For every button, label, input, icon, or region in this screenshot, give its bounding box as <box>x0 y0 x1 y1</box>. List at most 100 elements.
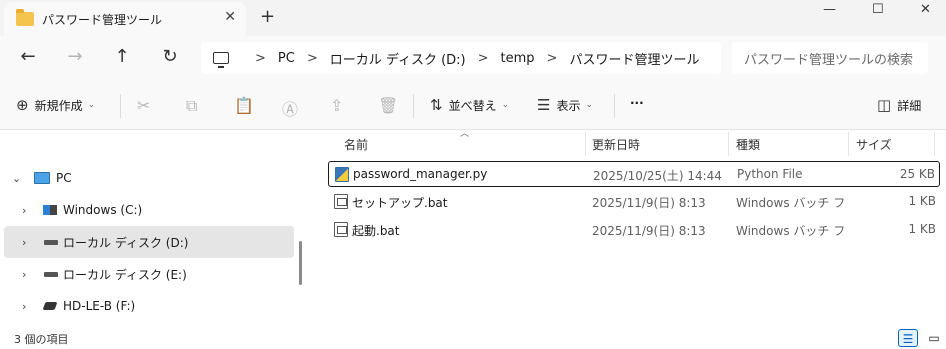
column-header-size[interactable]: サイズ <box>856 136 892 153</box>
external-drive-icon <box>42 302 58 310</box>
sort-label: 並べ替え <box>448 98 497 113</box>
column-divider[interactable] <box>585 132 586 156</box>
chevron-down-icon: ⌄ <box>87 100 96 110</box>
breadcrumb-separator: > <box>546 50 558 66</box>
sidebar-item-label: ローカル ディスク (D:) <box>63 235 189 250</box>
tab-title: パスワード管理ツール <box>42 12 163 27</box>
drive-icon <box>44 271 58 277</box>
column-header-row: ︿ 名前 更新日時 種類 サイズ <box>314 129 946 156</box>
sidebar-scrollbar[interactable] <box>299 241 302 285</box>
column-header-name[interactable]: 名前 <box>344 136 368 153</box>
navigation-pane: ⌄ PC › Windows (C:) › ローカル ディスク (D:) › ロ… <box>0 130 296 326</box>
navigation-bar: ← → ↑ ↻ > PC > ローカル ディスク (D:) > temp > パ… <box>0 36 946 82</box>
sort-button[interactable]: ⇅ 並べ替え ⌄ <box>430 96 509 114</box>
details-view-icon[interactable]: ☰ <box>898 329 918 347</box>
file-date: 2025/11/9(日) 8:13 <box>592 196 706 210</box>
chevron-down-icon: ⌄ <box>585 100 594 110</box>
new-button[interactable]: ⊕ 新規作成 ⌄ <box>16 96 95 114</box>
drive-icon <box>44 239 58 245</box>
file-type: Windows バッチ ファ... <box>736 196 846 210</box>
sidebar-item-label: HD-LE-B (F:) <box>63 299 136 313</box>
status-bar: 3 個の項目 ☰ ▭ <box>0 326 946 349</box>
sidebar-item-windows-c[interactable]: › Windows (C:) <box>0 194 296 226</box>
new-tab-button[interactable]: + <box>260 6 275 27</box>
title-bar: パスワード管理ツール ✕ + — ☐ ✕ <box>0 0 946 36</box>
sidebar-item-drive-f[interactable]: › HD-LE-B (F:) <box>0 290 296 322</box>
breadcrumb-drive-d[interactable]: ローカル ディスク (D:) <box>330 49 466 68</box>
sidebar-item-drive-d[interactable]: › ローカル ディスク (D:) <box>4 226 294 258</box>
file-date: 2025/11/9(日) 8:13 <box>592 224 706 238</box>
column-divider[interactable] <box>848 132 849 156</box>
breadcrumb-temp[interactable]: temp <box>501 51 535 66</box>
tab-current-folder[interactable]: パスワード管理ツール ✕ <box>4 2 246 36</box>
sort-icon: ⇅ <box>430 96 443 114</box>
cut-icon[interactable]: ✂ <box>137 96 150 115</box>
search-placeholder: パスワード管理ツールの検索 <box>744 52 914 68</box>
paste-icon[interactable]: 📋 <box>234 96 254 115</box>
table-row[interactable]: password_manager.py 2025/10/25(土) 14:44 … <box>328 161 940 187</box>
python-file-icon <box>335 167 349 182</box>
table-row[interactable]: セットアップ.bat 2025/11/9(日) 8:13 Windows バッチ… <box>328 189 940 215</box>
view-list-icon: ☰ <box>537 96 551 114</box>
folder-icon <box>16 9 34 26</box>
chevron-right-icon[interactable]: › <box>22 204 26 217</box>
plus-circle-icon: ⊕ <box>16 96 29 114</box>
breadcrumb-separator: > <box>306 50 318 66</box>
file-size: 1 KB <box>908 222 936 236</box>
batch-file-icon <box>334 194 348 209</box>
file-date: 2025/10/25(土) 14:44 <box>593 169 722 183</box>
search-input[interactable]: パスワード管理ツールの検索 <box>732 42 928 74</box>
breadcrumb-pc[interactable]: PC <box>278 51 295 66</box>
column-divider[interactable] <box>728 132 729 156</box>
view-button[interactable]: ☰ 表示 ⌄ <box>537 96 593 114</box>
file-name: password_manager.py <box>353 167 488 181</box>
breadcrumb-separator: > <box>477 50 489 66</box>
file-size: 1 KB <box>908 194 936 208</box>
chevron-down-icon: ⌄ <box>501 100 510 110</box>
forward-button[interactable]: → <box>63 46 87 67</box>
breadcrumb-current-folder[interactable]: パスワード管理ツール <box>569 49 699 68</box>
divider <box>413 94 414 118</box>
file-size: 25 KB <box>899 167 935 181</box>
breadcrumb-separator: > <box>255 50 266 66</box>
address-bar[interactable]: > PC > ローカル ディスク (D:) > temp > パスワード管理ツー… <box>201 42 721 74</box>
item-count: 3 個の項目 <box>14 333 69 346</box>
divider <box>120 94 121 118</box>
column-header-type[interactable]: 種類 <box>736 136 760 153</box>
sidebar-item-label: Windows (C:) <box>63 203 143 217</box>
close-window-button[interactable]: ✕ <box>920 2 931 17</box>
file-type: Python File <box>737 167 803 181</box>
sidebar-item-label: PC <box>56 171 72 185</box>
refresh-button[interactable]: ↻ <box>158 46 182 67</box>
sidebar-item-drive-e[interactable]: › ローカル ディスク (E:) <box>0 258 296 290</box>
more-options-button[interactable]: ··· <box>630 96 644 110</box>
sort-ascending-icon: ︿ <box>460 129 470 139</box>
rename-icon[interactable]: Ⓐ <box>282 96 298 120</box>
file-type: Windows バッチ ファ... <box>736 224 846 238</box>
windows-drive-icon <box>43 205 57 215</box>
sidebar-item-label: ローカル ディスク (E:) <box>63 267 187 282</box>
column-header-date[interactable]: 更新日時 <box>592 136 640 153</box>
copy-icon[interactable]: ⧉ <box>186 96 197 116</box>
sidebar-item-pc[interactable]: ⌄ PC <box>0 162 296 194</box>
chevron-right-icon[interactable]: › <box>22 300 26 313</box>
back-button[interactable]: ← <box>16 46 40 67</box>
chevron-right-icon[interactable]: › <box>22 268 26 281</box>
delete-icon[interactable]: 🗑 <box>378 96 398 115</box>
chevron-right-icon[interactable]: › <box>22 236 26 249</box>
up-button[interactable]: ↑ <box>110 46 134 67</box>
tiles-view-icon[interactable]: ▭ <box>924 329 944 347</box>
chevron-down-icon[interactable]: ⌄ <box>12 172 21 185</box>
maximize-button[interactable]: ☐ <box>872 2 884 17</box>
share-icon[interactable]: ⇪ <box>330 96 343 115</box>
batch-file-icon <box>334 222 348 237</box>
pc-icon <box>34 172 50 184</box>
divider <box>614 94 615 118</box>
file-list: ︿ 名前 更新日時 種類 サイズ password_manager.py 202… <box>314 129 946 326</box>
column-divider[interactable] <box>934 132 935 156</box>
table-row[interactable]: 起動.bat 2025/11/9(日) 8:13 Windows バッチ ファ.… <box>328 217 940 243</box>
details-label: 詳細 <box>897 98 922 113</box>
minimize-button[interactable]: — <box>823 2 836 17</box>
tab-close-icon[interactable]: ✕ <box>224 9 236 25</box>
details-pane-button[interactable]: ◫ 詳細 <box>877 96 921 114</box>
